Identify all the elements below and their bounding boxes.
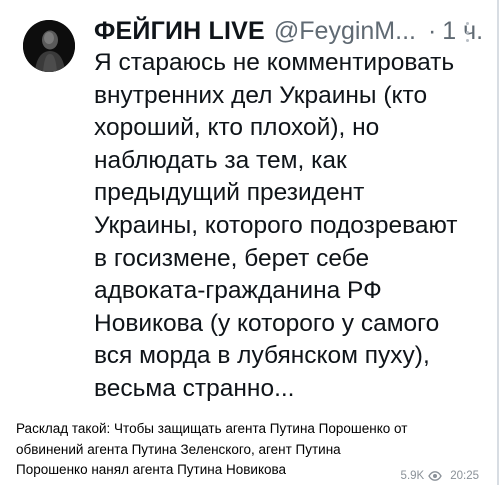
eye-icon	[428, 471, 442, 481]
tweet-screenshot[interactable]: ФЕЙГИН LIVE @FeyginM... · 1 ч. Я стараюс…	[0, 0, 497, 408]
tweet-time[interactable]: 1 ч.	[442, 17, 483, 46]
user-handle[interactable]: @FeyginM...	[274, 17, 416, 46]
separator-dot: ·	[427, 16, 437, 45]
person-silhouette-icon	[23, 20, 75, 72]
tweet-header: ФЕЙГИН LIVE @FeyginM... · 1 ч.	[94, 14, 483, 48]
post-meta: 5.9K 20:25	[401, 469, 479, 483]
message-frame: ФЕЙГИН LIVE @FeyginM... · 1 ч. Я стараюс…	[0, 0, 499, 485]
tweet-text: Я стараюсь не комментировать внутренних …	[94, 49, 458, 402]
display-name[interactable]: ФЕЙГИН LIVE	[94, 17, 265, 46]
post-time: 20:25	[450, 470, 479, 482]
more-vertical-icon[interactable]	[465, 22, 469, 42]
views-count: 5.9K	[400, 470, 425, 482]
